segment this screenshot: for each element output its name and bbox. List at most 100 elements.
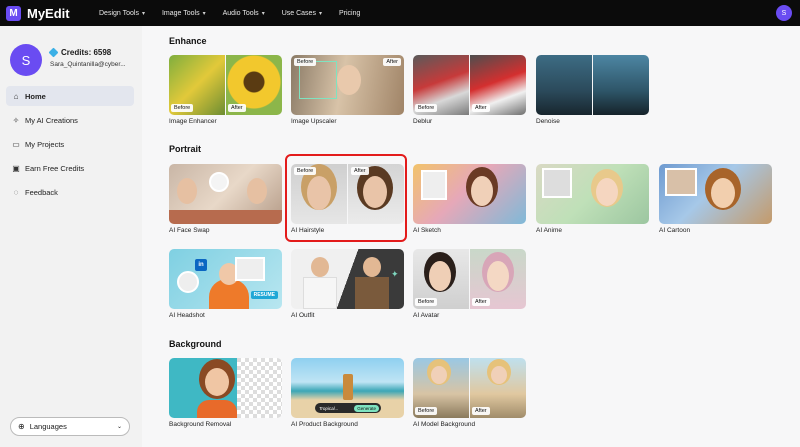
user-avatar-button[interactable]: S — [776, 5, 792, 21]
nav-image-tools[interactable]: Image Tools ▾ — [162, 10, 206, 17]
sparkle-icon: ✧ — [12, 115, 20, 125]
tool-thumbnail: Before After — [413, 249, 526, 309]
tool-card-ai-face-swap[interactable]: AI Face Swap — [169, 164, 282, 234]
tool-card-label: Image Upscaler — [291, 118, 337, 125]
chat-icon: ◌ — [13, 187, 19, 197]
sidebar-item-home[interactable]: ⌂ Home — [6, 86, 134, 106]
sidebar-item-my-projects[interactable]: ▭ My Projects — [6, 134, 134, 154]
gift-icon: ▣ — [12, 163, 20, 173]
chevron-down-icon: ▾ — [202, 10, 206, 17]
tool-thumbnail: Before After — [413, 55, 526, 115]
sidebar: S Credits: 6598 Sara_Quintanilla@cyber..… — [0, 26, 142, 447]
tool-card-label: Image Enhancer — [169, 118, 217, 125]
prompt-text: Tropical... — [319, 405, 339, 411]
sidebar-menu: ⌂ Home ✧ My AI Creations ▭ My Projects ▣ Ear… — [6, 86, 134, 206]
before-tag: Before — [415, 407, 438, 415]
after-tag: After — [228, 104, 246, 112]
tool-card-ai-cartoon[interactable]: AI Cartoon — [659, 164, 772, 234]
nav-audio-tools[interactable]: Audio Tools ▾ — [223, 10, 265, 17]
tool-card-label: AI Anime — [536, 227, 563, 234]
tool-thumbnail — [169, 164, 282, 224]
tool-card-label: Denoise — [536, 118, 560, 125]
nav-label: Image Tools — [161, 9, 200, 17]
section-title-portrait: Portrait — [169, 144, 202, 154]
tool-card-label: Background Removal — [169, 421, 232, 428]
tool-card-ai-outfit[interactable]: ✦ AI Outfit — [291, 249, 404, 319]
credits-text: Credits: 6598 — [61, 48, 112, 57]
tool-thumbnail — [169, 358, 282, 418]
generate-button[interactable]: Generate — [354, 404, 379, 412]
tool-thumbnail — [413, 164, 526, 224]
sidebar-item-earn-free-credits[interactable]: ▣ Earn Free Credits — [6, 158, 134, 178]
tool-card-ai-model-background[interactable]: Before After AI Model Background — [413, 358, 526, 428]
tool-thumbnail — [536, 164, 649, 224]
main-content: Enhance Before After Image Enhancer Befo… — [142, 26, 800, 447]
tool-card-label: AI Outfit — [291, 312, 315, 319]
language-selector[interactable]: ⊕ Languages ⌄ — [10, 417, 130, 436]
tool-card-background-removal[interactable]: Background Removal — [169, 358, 282, 428]
tool-card-label: AI Model Background — [413, 421, 476, 428]
globe-icon: ⊕ — [18, 422, 25, 431]
brand-name: MyEdit — [27, 5, 70, 21]
top-nav-bar: M MyEdit Design Tools ▾ Image Tools ▾ Audi… — [0, 0, 800, 26]
sparkle-icon: ✦ — [391, 269, 399, 279]
after-tag: After — [472, 298, 490, 306]
section-title-background: Background — [169, 339, 222, 349]
nav-design-tools[interactable]: Design Tools ▾ — [99, 10, 145, 17]
sidebar-item-feedback[interactable]: ◌ Feedback — [6, 182, 134, 202]
section-title-enhance: Enhance — [169, 36, 207, 46]
sidebar-item-label: My AI Creations — [25, 115, 78, 125]
tool-card-ai-sketch[interactable]: AI Sketch — [413, 164, 526, 234]
nav-use-cases[interactable]: Use Cases ▾ — [282, 10, 322, 17]
chevron-down-icon: ▾ — [318, 10, 322, 17]
sidebar-item-label: Feedback — [25, 187, 58, 197]
sidebar-item-label: Earn Free Credits — [25, 163, 85, 173]
tool-card-label: AI Headshot — [169, 312, 205, 319]
after-tag: After — [383, 58, 401, 66]
tool-card-label: AI Avatar — [413, 312, 440, 319]
main-nav: Design Tools ▾ Image Tools ▾ Audio Tools ▾ … — [99, 0, 377, 26]
brand-logo[interactable]: M MyEdit — [6, 5, 70, 21]
sidebar-item-label: My Projects — [25, 139, 65, 149]
tool-card-ai-product-background[interactable]: Tropical... Generate AI Product Backgrou… — [291, 358, 404, 428]
home-icon: ⌂ — [13, 91, 19, 101]
nav-label: Pricing — [338, 9, 361, 17]
tool-card-ai-avatar[interactable]: Before After AI Avatar — [413, 249, 526, 319]
sidebar-item-label: Home — [25, 91, 46, 101]
prompt-input[interactable]: Tropical... Generate — [315, 403, 381, 413]
tool-thumbnail — [659, 164, 772, 224]
tool-thumbnail: Before After — [413, 358, 526, 418]
tool-card-label: AI Sketch — [413, 227, 441, 234]
tool-card-deblur[interactable]: Before After Deblur — [413, 55, 526, 125]
tool-card-image-enhancer[interactable]: Before After Image Enhancer — [169, 55, 282, 125]
nav-label: Design Tools — [99, 9, 139, 17]
before-tag: Before — [294, 58, 317, 66]
credits-display: Credits: 6598 — [48, 47, 126, 58]
tool-card-ai-headshot[interactable]: in RESUME AI Headshot — [169, 249, 282, 319]
tool-card-label: AI Product Background — [291, 421, 358, 428]
tool-thumbnail: ✦ — [291, 249, 404, 309]
tool-card-denoise[interactable]: Denoise — [536, 55, 649, 125]
user-email: Sara_Quintanilla@cyber... — [50, 61, 126, 68]
nav-label: Audio Tools — [222, 9, 259, 17]
nav-pricing[interactable]: Pricing — [339, 10, 360, 17]
resume-badge: RESUME — [250, 291, 278, 299]
tool-card-label: AI Face Swap — [169, 227, 210, 234]
after-tag: After — [472, 104, 490, 112]
linkedin-icon: in — [195, 259, 207, 271]
tool-card-label: Deblur — [413, 118, 433, 125]
chevron-down-icon: ▾ — [141, 10, 145, 17]
after-tag: After — [472, 407, 490, 415]
chevron-down-icon: ⌄ — [116, 424, 122, 430]
tool-thumbnail: Before After — [291, 55, 404, 115]
user-profile: S Credits: 6598 Sara_Quintanilla@cyber..… — [10, 44, 126, 76]
tool-thumbnail: in RESUME — [169, 249, 282, 309]
tool-card-label: AI Cartoon — [659, 227, 691, 234]
sidebar-item-my-ai-creations[interactable]: ✧ My AI Creations — [6, 110, 134, 130]
language-label: Languages — [29, 422, 67, 431]
tool-thumbnail — [536, 55, 649, 115]
chevron-down-icon: ▾ — [261, 10, 265, 17]
tool-card-ai-anime[interactable]: AI Anime — [536, 164, 649, 234]
tool-card-image-upscaler[interactable]: Before After Image Upscaler — [291, 55, 404, 125]
avatar[interactable]: S — [10, 44, 42, 76]
